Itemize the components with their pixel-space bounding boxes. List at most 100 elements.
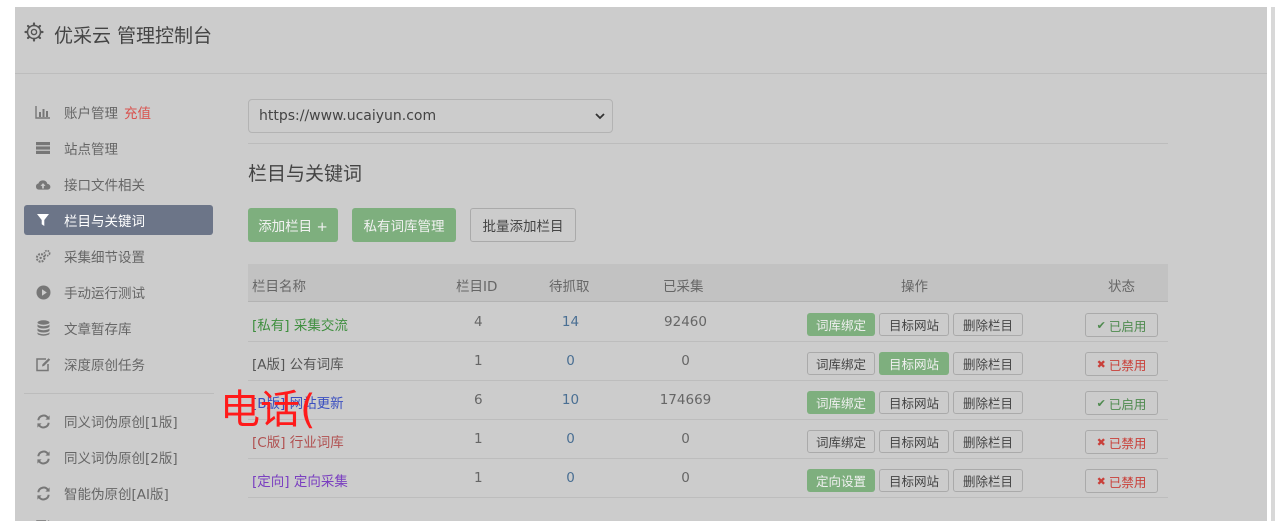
delete-column-button[interactable]: 删除栏目: [953, 430, 1023, 453]
chevron-down-icon: [595, 113, 605, 120]
status-label: 已禁用: [1108, 474, 1147, 490]
delete-column-button[interactable]: 删除栏目: [953, 352, 1023, 375]
column-id: 1: [474, 431, 483, 447]
column-tag: [私有]: [252, 318, 290, 334]
sidebar-item-label: 文章暂存库: [64, 322, 132, 338]
sidebar-item-label: 站点管理: [64, 142, 118, 158]
sidebar-item-account[interactable]: 账户管理 充值: [24, 97, 213, 127]
section-title: 栏目与关键词: [248, 163, 363, 185]
frame-scroll-edge: [1271, 7, 1275, 530]
table-row: [B版] 网站更新 6 10 174669 词库绑定 目标网站 删除栏目 ✔ 已启用: [248, 381, 1168, 420]
divider: [248, 143, 1168, 144]
sidebar-item-deep-original[interactable]: 深度原创任务: [24, 349, 213, 379]
pending-count[interactable]: 10: [558, 392, 583, 408]
check-icon: ✔: [1096, 318, 1106, 332]
sidebar-divider: [24, 393, 214, 394]
collected-count: 0: [681, 431, 690, 447]
column-name-cell[interactable]: [A版] 公有词库: [252, 353, 344, 373]
target-site-button[interactable]: 目标网站: [879, 430, 949, 453]
target-site-button[interactable]: 目标网站: [879, 352, 949, 375]
add-column-button[interactable]: 添加栏目 +: [248, 208, 338, 242]
frame-edge-top: [0, 0, 1279, 7]
column-tag: [A版]: [252, 357, 286, 373]
private-lib-button[interactable]: 私有词库管理: [352, 208, 456, 242]
pending-count[interactable]: 0: [558, 353, 583, 369]
collected-count: 92460: [664, 314, 707, 330]
status-label: 已启用: [1108, 318, 1147, 334]
column-header: 操作: [901, 279, 928, 295]
batch-add-button[interactable]: 批量添加栏目: [470, 208, 576, 242]
sidebar-item-label: 手动运行测试: [64, 286, 145, 302]
column-header: 栏目名称: [252, 279, 306, 295]
pending-count[interactable]: 14: [558, 314, 583, 330]
column-header: 已采集: [663, 279, 704, 295]
database-icon: [35, 320, 51, 336]
close-icon: ✖: [1096, 357, 1106, 371]
sidebar-item-label: 账户管理: [64, 106, 118, 122]
sidebar-item-collect-settings[interactable]: 采集细节设置: [24, 241, 213, 271]
table-row: [C版] 行业词库 1 0 0 词库绑定 目标网站 删除栏目 ✖ 已禁用: [248, 420, 1168, 459]
status-label: 已禁用: [1108, 357, 1147, 373]
column-name-cell[interactable]: [私有] 采集交流: [252, 314, 348, 334]
sidebar-item-label: 同义词伪原创[1版]: [64, 415, 178, 431]
target-site-button[interactable]: 目标网站: [879, 469, 949, 492]
status-toggle[interactable]: ✖ 已禁用: [1085, 430, 1158, 454]
column-header: 状态: [1108, 279, 1135, 295]
delete-column-button[interactable]: 删除栏目: [953, 469, 1023, 492]
status-toggle[interactable]: ✖ 已禁用: [1085, 352, 1158, 376]
sidebar-item-label: 智能伪原创[AI版]: [64, 487, 169, 503]
column-header: 栏目ID: [456, 279, 498, 295]
bind-lib-button[interactable]: 词库绑定: [807, 313, 875, 336]
sidebar-item-sites[interactable]: 站点管理: [24, 133, 213, 163]
sidebar-item-synonym-v1[interactable]: 同义词伪原创[1版]: [24, 406, 213, 436]
sidebar-item-article-store[interactable]: 文章暂存库: [24, 313, 213, 343]
column-tag: [定向]: [252, 474, 290, 490]
delete-column-button[interactable]: 删除栏目: [953, 391, 1023, 414]
collected-count: 0: [681, 353, 690, 369]
table-row: [私有] 采集交流 4 14 92460 词库绑定 目标网站 删除栏目 ✔ 已启用: [248, 303, 1168, 342]
recharge-link[interactable]: 充值: [124, 102, 151, 122]
cloud-upload-icon: [35, 176, 51, 192]
overlay-text: 电话(: [220, 387, 316, 433]
play-circle-icon: [35, 284, 51, 300]
bind-lib-button[interactable]: 词库绑定: [807, 430, 875, 453]
page-header: 优采云 管理控制台: [15, 7, 1267, 74]
sidebar-item-label: 深度原创任务: [64, 358, 145, 374]
bar-chart-icon: [35, 104, 51, 120]
pending-count[interactable]: 0: [558, 431, 583, 447]
collected-count: 0: [681, 470, 690, 486]
column-tag: [C版]: [252, 435, 286, 451]
frame-edge-bottom: [0, 521, 1279, 530]
sidebar-item-synonym-v2[interactable]: 同义词伪原创[2版]: [24, 442, 213, 472]
column-name-cell[interactable]: [定向] 定向采集: [252, 470, 348, 490]
sidebar-item-manual-run[interactable]: 手动运行测试: [24, 277, 213, 307]
app-title: 优采云 管理控制台: [54, 25, 213, 47]
site-select-value: https://www.ucaiyun.com: [259, 108, 437, 124]
column-name: 行业词库: [289, 435, 344, 451]
status-toggle[interactable]: ✔ 已启用: [1085, 313, 1158, 337]
close-icon: ✖: [1096, 474, 1106, 488]
cogs-icon: [35, 248, 51, 264]
check-icon: ✔: [1096, 396, 1106, 410]
column-header: 待抓取: [549, 279, 590, 295]
status-toggle[interactable]: ✔ 已启用: [1085, 391, 1158, 415]
status-toggle[interactable]: ✖ 已禁用: [1085, 469, 1158, 493]
column-name: 公有词库: [289, 357, 344, 373]
bind-lib-button[interactable]: 词库绑定: [807, 352, 875, 375]
close-icon: ✖: [1096, 435, 1106, 449]
sidebar-item-label: 栏目与关键词: [64, 214, 145, 230]
delete-column-button[interactable]: 删除栏目: [953, 313, 1023, 336]
target-site-button[interactable]: 目标网站: [879, 313, 949, 336]
table-row: [定向] 定向采集 1 0 0 定向设置 目标网站 删除栏目 ✖ 已禁用: [248, 459, 1168, 498]
target-site-button[interactable]: 目标网站: [879, 391, 949, 414]
sidebar-item-ai-rewrite[interactable]: 智能伪原创[AI版]: [24, 478, 213, 508]
bind-lib-button[interactable]: 定向设置: [807, 469, 875, 492]
site-select[interactable]: https://www.ucaiyun.com: [248, 99, 613, 133]
gear-icon: [24, 22, 44, 42]
refresh-icon: [35, 449, 51, 465]
column-id: 4: [474, 314, 483, 330]
sidebar-item-columns[interactable]: 栏目与关键词: [24, 205, 213, 235]
bind-lib-button[interactable]: 词库绑定: [807, 391, 875, 414]
sidebar-item-api-files[interactable]: 接口文件相关: [24, 169, 213, 199]
pending-count[interactable]: 0: [558, 470, 583, 486]
